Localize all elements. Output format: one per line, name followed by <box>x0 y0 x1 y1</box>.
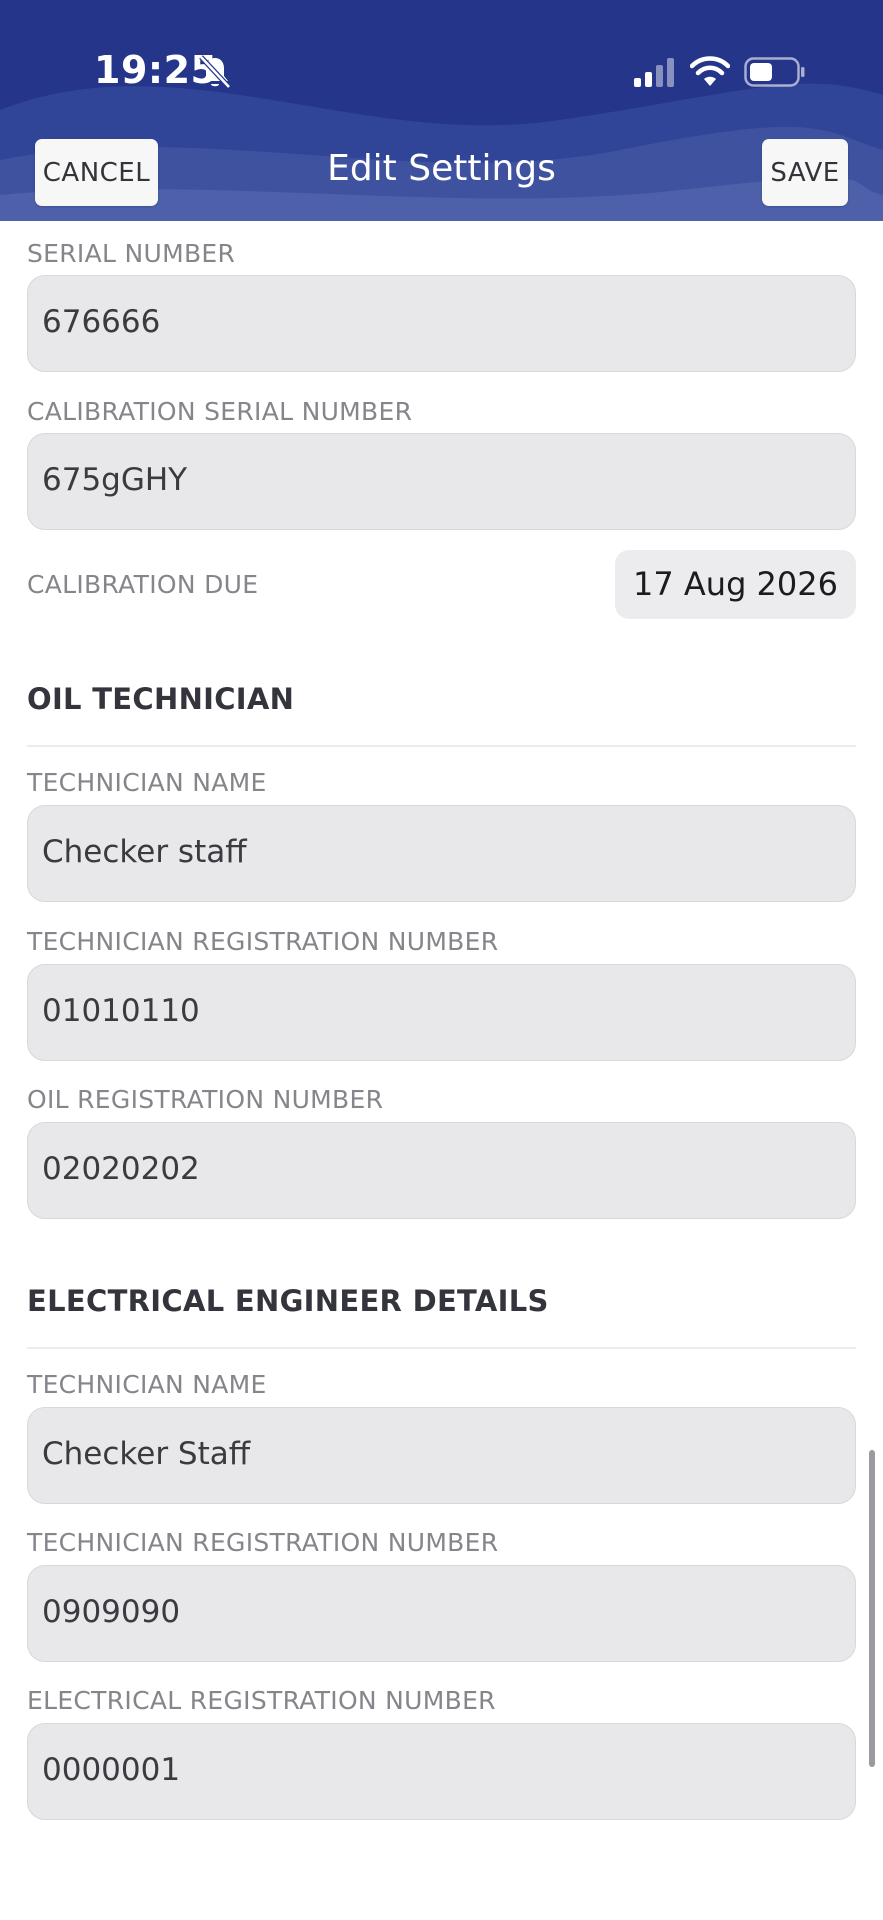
serial-number-label: SERIAL NUMBER <box>27 239 236 268</box>
page-title: Edit Settings <box>327 148 556 189</box>
settings-form: SERIAL NUMBER 676666 CALIBRATION SERIAL … <box>0 221 883 1920</box>
electrical-registration-number-field[interactable]: 0000001 <box>27 1723 856 1820</box>
oil-registration-number-value: 02020202 <box>42 1151 200 1187</box>
oil-technician-registration-label: TECHNICIAN REGISTRATION NUMBER <box>27 927 499 956</box>
battery-icon <box>744 57 805 87</box>
calibration-serial-number-field[interactable]: 675gGHY <box>27 433 856 530</box>
oil-technician-registration-field[interactable]: 01010110 <box>27 964 856 1061</box>
oil-technician-name-label: TECHNICIAN NAME <box>27 768 267 797</box>
electrical-technician-name-value: Checker Staff <box>42 1436 251 1472</box>
electrical-technician-name-field[interactable]: Checker Staff <box>27 1407 856 1504</box>
serial-number-field[interactable]: 676666 <box>27 275 856 372</box>
calibration-serial-number-label: CALIBRATION SERIAL NUMBER <box>27 397 413 426</box>
electrical-engineer-heading: ELECTRICAL ENGINEER DETAILS <box>27 1284 549 1318</box>
electrical-technician-registration-value: 0909090 <box>42 1594 181 1630</box>
electrical-registration-number-label: ELECTRICAL REGISTRATION NUMBER <box>27 1686 496 1715</box>
calibration-due-label: CALIBRATION DUE <box>27 570 259 599</box>
oil-technician-name-field[interactable]: Checker staff <box>27 805 856 902</box>
app-header: 19:25 CANCEL Edit Settings SAVE <box>0 0 883 221</box>
oil-registration-number-label: OIL REGISTRATION NUMBER <box>27 1085 384 1114</box>
serial-number-value: 676666 <box>42 304 161 340</box>
wifi-icon <box>690 56 730 86</box>
electrical-registration-number-value: 0000001 <box>42 1752 181 1788</box>
oil-registration-number-field[interactable]: 02020202 <box>27 1122 856 1219</box>
section-divider <box>27 1347 856 1349</box>
section-divider <box>27 745 856 747</box>
save-button[interactable]: SAVE <box>762 139 848 206</box>
oil-technician-heading: OIL TECHNICIAN <box>27 682 295 716</box>
electrical-technician-name-label: TECHNICIAN NAME <box>27 1370 267 1399</box>
cellular-signal-icon <box>634 58 674 87</box>
calibration-serial-number-value: 675gGHY <box>42 462 188 498</box>
electrical-technician-registration-label: TECHNICIAN REGISTRATION NUMBER <box>27 1528 499 1557</box>
oil-technician-registration-value: 01010110 <box>42 993 200 1029</box>
oil-technician-name-value: Checker staff <box>42 834 247 870</box>
vertical-scrollbar[interactable] <box>869 1450 875 1767</box>
calibration-due-date-picker[interactable]: 17 Aug 2026 <box>615 550 856 619</box>
bell-muted-icon <box>199 55 231 89</box>
electrical-technician-registration-field[interactable]: 0909090 <box>27 1565 856 1662</box>
